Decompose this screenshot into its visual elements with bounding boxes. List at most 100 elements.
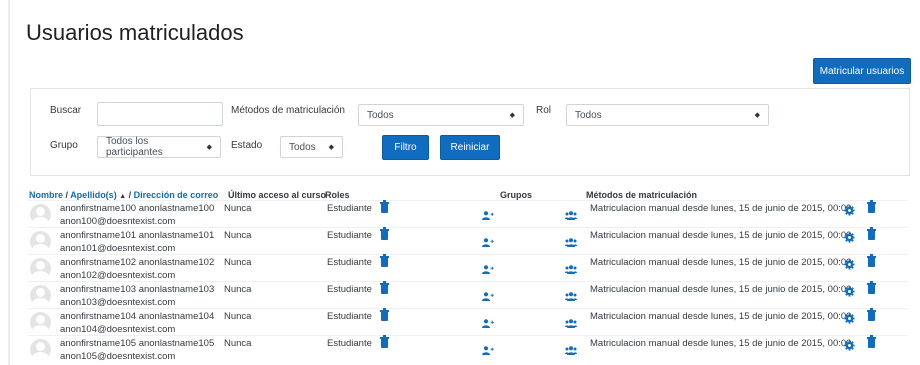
select-arrow-icon: ◆ (206, 144, 212, 151)
user-avatar[interactable] (30, 312, 51, 333)
trash-icon[interactable] (867, 254, 876, 267)
user-email: anon100@doesntexist.com (60, 216, 176, 227)
user-email: anon104@doesntexist.com (60, 324, 176, 335)
methods-select-value: Todos (367, 109, 394, 121)
user-fullname[interactable]: anonfirstname100 anonlastname100 (60, 203, 214, 214)
trash-icon[interactable] (867, 308, 876, 321)
page-title: Usuarios matriculados (26, 20, 244, 45)
enrolment-method: Matriculacion manual desde lunes, 15 de … (590, 203, 852, 214)
user-email: anon102@doesntexist.com (60, 270, 176, 281)
user-plus-icon[interactable] (482, 288, 494, 301)
table-header-groups: Grupos (500, 190, 533, 200)
users-icon[interactable] (565, 261, 577, 274)
user-fullname[interactable]: anonfirstname105 anonlastname105 (60, 338, 214, 349)
filter-button[interactable]: Filtro (382, 135, 429, 160)
gear-icon[interactable] (844, 203, 855, 216)
enrol-users-button[interactable]: Matricular usuarios (813, 58, 911, 84)
enrolment-method: Matriculacion manual desde lunes, 15 de … (590, 338, 852, 349)
user-fullname[interactable]: anonfirstname104 anonlastname104 (60, 311, 214, 322)
user-avatar[interactable] (30, 231, 51, 252)
user-avatar[interactable] (30, 285, 51, 306)
trash-icon[interactable] (380, 335, 389, 348)
select-arrow-icon: ◆ (754, 112, 760, 119)
user-email: anon103@doesntexist.com (60, 297, 176, 308)
trash-icon[interactable] (380, 254, 389, 267)
role-badge: Estudiante (327, 284, 372, 295)
users-icon[interactable] (565, 288, 577, 301)
left-rule (8, 0, 10, 365)
role-badge: Estudiante (327, 311, 372, 322)
trash-icon[interactable] (867, 227, 876, 240)
group-label: Grupo (50, 140, 78, 151)
status-label: Estado (231, 140, 263, 151)
sort-by-email-link[interactable]: Dirección de correo (134, 190, 219, 200)
role-badge: Estudiante (327, 203, 372, 214)
table-row: anonfirstname101 anonlastname101 anon101@… (28, 227, 908, 255)
sort-by-surname-link[interactable]: Apellido(s) (70, 190, 117, 200)
group-select-value: Todos los participantes (106, 136, 163, 158)
status-select[interactable]: Todos ◆ (280, 136, 343, 158)
role-badge: Estudiante (327, 338, 372, 349)
sort-asc-icon: ▲ (119, 193, 127, 200)
role-select[interactable]: Todos ◆ (566, 104, 769, 126)
select-arrow-icon: ◆ (328, 144, 334, 151)
enrolment-method: Matriculacion manual desde lunes, 15 de … (590, 230, 852, 241)
table-header-name: Nombre / Apellido(s) ▲ / Dirección de co… (29, 190, 218, 200)
status-select-value: Todos (289, 141, 316, 153)
trash-icon[interactable] (380, 281, 389, 294)
trash-icon[interactable] (380, 308, 389, 321)
role-label: Rol (536, 105, 552, 116)
table-row: anonfirstname103 anonlastname103 anon103@… (28, 281, 908, 309)
user-plus-icon[interactable] (482, 315, 494, 328)
gear-icon[interactable] (844, 257, 855, 270)
select-arrow-icon: ◆ (509, 112, 515, 119)
table-row: anonfirstname102 anonlastname102 anon102@… (28, 254, 908, 282)
user-plus-icon[interactable] (482, 207, 494, 220)
trash-icon[interactable] (867, 281, 876, 294)
users-icon[interactable] (565, 315, 577, 328)
search-label: Buscar (50, 105, 82, 116)
user-fullname[interactable]: anonfirstname103 anonlastname103 (60, 284, 214, 295)
group-select[interactable]: Todos los participantes ◆ (97, 136, 221, 158)
last-access: Nunca (224, 311, 252, 322)
last-access: Nunca (224, 284, 252, 295)
gear-icon[interactable] (844, 230, 855, 243)
last-access: Nunca (224, 338, 252, 349)
user-fullname[interactable]: anonfirstname101 anonlastname101 (60, 230, 214, 241)
methods-label: Métodos de matriculación (231, 105, 345, 116)
trash-icon[interactable] (380, 227, 389, 240)
enrolment-method: Matriculacion manual desde lunes, 15 de … (590, 311, 852, 322)
user-avatar[interactable] (30, 204, 51, 225)
trash-icon[interactable] (867, 200, 876, 213)
user-plus-icon[interactable] (482, 234, 494, 247)
enrolment-method: Matriculacion manual desde lunes, 15 de … (590, 257, 852, 268)
reset-button[interactable]: Reiniciar (440, 135, 500, 160)
gear-icon[interactable] (844, 284, 855, 297)
role-select-value: Todos (575, 109, 602, 121)
trash-icon[interactable] (380, 200, 389, 213)
user-email: anon101@doesntexist.com (60, 243, 176, 254)
table-row: anonfirstname104 anonlastname104 anon104@… (28, 308, 908, 336)
table-row: anonfirstname105 anonlastname105 anon105@… (28, 335, 908, 363)
users-icon[interactable] (565, 234, 577, 247)
methods-select[interactable]: Todos ◆ (358, 104, 524, 126)
user-avatar[interactable] (30, 339, 51, 360)
search-input[interactable] (97, 102, 223, 126)
user-plus-icon[interactable] (482, 261, 494, 274)
role-badge: Estudiante (327, 230, 372, 241)
last-access: Nunca (224, 257, 252, 268)
sort-by-firstname-link[interactable]: Nombre (29, 190, 63, 200)
user-plus-icon[interactable] (482, 342, 494, 355)
trash-icon[interactable] (867, 335, 876, 348)
users-icon[interactable] (565, 207, 577, 220)
user-fullname[interactable]: anonfirstname102 anonlastname102 (60, 257, 214, 268)
user-avatar[interactable] (30, 258, 51, 279)
filter-panel: Buscar Métodos de matriculación Todos ◆ … (30, 88, 910, 176)
sort-by-last-access-link[interactable]: Último acceso al curso (228, 190, 326, 200)
user-email: anon105@doesntexist.com (60, 351, 176, 362)
table-header-methods: Métodos de matriculación (586, 190, 698, 200)
role-badge: Estudiante (327, 257, 372, 268)
gear-icon[interactable] (844, 338, 855, 351)
users-icon[interactable] (565, 342, 577, 355)
gear-icon[interactable] (844, 311, 855, 324)
